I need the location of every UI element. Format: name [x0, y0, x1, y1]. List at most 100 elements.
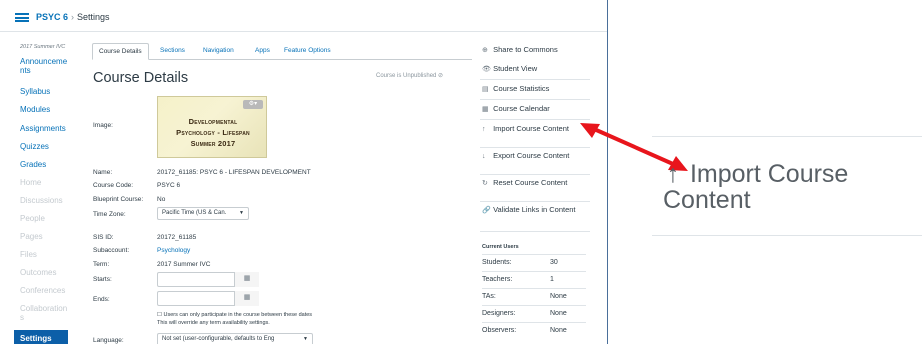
sis-id-label: SIS ID: [93, 234, 114, 241]
tab-apps[interactable]: Apps [249, 43, 276, 60]
calendar-icon[interactable]: ▦ [234, 272, 259, 287]
restrict-dates-note: This will override any term availability… [157, 320, 270, 326]
tab-course-details[interactable]: Course Details [92, 43, 149, 60]
breadcrumb-separator: › [71, 12, 75, 22]
name-label: Name: [93, 169, 113, 176]
export-course-content-button[interactable]: ↓ Export Course Content [482, 152, 592, 161]
student-view-icon: 👁 [482, 66, 491, 73]
course-calendar-label: Course Calendar [493, 104, 550, 113]
users-row-observers: Observers: None [482, 322, 586, 339]
users-row-designers: Designers: None [482, 305, 586, 322]
subaccount-link[interactable]: Psychology [157, 247, 190, 254]
course-navigation: 2017 Summer IVC Announceme nts Syllabus M… [0, 40, 82, 344]
nav-item-conferences[interactable]: Conferences [20, 286, 80, 295]
banner-line-3: Summer 2017 [190, 139, 236, 148]
share-to-commons-label: Share to Commons [493, 45, 558, 54]
language-select[interactable]: Not set (user-configurable, defaults to … [157, 333, 313, 344]
users-row-students: Students: 30 [482, 254, 586, 271]
nav-item-announcements[interactable]: Announceme nts [20, 57, 80, 75]
validate-links-button[interactable]: 🔗 Validate Links in Content [482, 206, 592, 215]
student-view-button[interactable]: 👁 Student View [482, 65, 592, 74]
restrict-dates-option[interactable]: ☐ Users can only participate in the cour… [157, 311, 312, 319]
chevron-down-icon: ▼ [303, 336, 308, 342]
calendar-icon[interactable]: ▦ [234, 291, 259, 306]
course-image[interactable]: ⚙▾ Developmental Psychology - Lifespan S… [157, 96, 267, 158]
starts-label: Starts: [93, 276, 112, 283]
users-count: None [550, 293, 567, 300]
zoomed-import-callout: ↑ Import Course Content [652, 136, 922, 236]
users-count: None [550, 310, 567, 317]
chevron-down-icon: ▼ [239, 210, 244, 216]
reset-course-content-button[interactable]: ↻ Reset Course Content [482, 179, 592, 188]
time-zone-label: Time Zone: [93, 211, 126, 218]
term-label: Term: [93, 261, 110, 268]
term-value: 2017 Summer IVC [157, 261, 211, 268]
zoomed-import-line-2: Content [663, 186, 751, 214]
nav-item-home[interactable]: Home [20, 178, 80, 187]
validate-links-label: Validate Links in Content [493, 205, 576, 214]
language-value: Not set (user-configurable, defaults to … [162, 336, 275, 342]
share-to-commons-button[interactable]: ⊕ Share to Commons [482, 46, 592, 55]
tab-navigation[interactable]: Navigation [197, 43, 240, 60]
nav-item-grades[interactable]: Grades [20, 160, 80, 169]
users-count: 30 [550, 259, 558, 266]
sidebar-divider [480, 99, 590, 100]
nav-item-assignments[interactable]: Assignments [20, 124, 80, 133]
users-count: None [550, 327, 567, 334]
users-row-tas: TAs: None [482, 288, 586, 305]
nav-item-pages[interactable]: Pages [20, 232, 80, 241]
breadcrumb-course-link[interactable]: PSYC 6 [36, 12, 68, 22]
import-course-content-button[interactable]: ↑ Import Course Content [482, 125, 592, 134]
course-calendar-button[interactable]: ▦ Course Calendar [482, 105, 592, 114]
statistics-icon: ▤ [482, 86, 489, 93]
nav-item-quizzes[interactable]: Quizzes [20, 142, 80, 151]
import-course-content-label: Import Course Content [493, 124, 569, 133]
student-view-label: Student View [493, 64, 538, 73]
users-role: Designers: [482, 310, 516, 317]
reset-course-content-label: Reset Course Content [493, 178, 568, 187]
tab-feature-options[interactable]: Feature Options [278, 43, 337, 60]
time-zone-select[interactable]: Pacific Time (US & Can. ▼ [157, 207, 249, 220]
current-users-heading: Current Users [482, 244, 519, 250]
image-gear-icon[interactable]: ⚙▾ [243, 100, 263, 109]
nav-item-outcomes[interactable]: Outcomes [20, 268, 80, 277]
nav-item-people[interactable]: People [20, 214, 80, 223]
upload-arrow-icon: ↑ [482, 126, 486, 133]
sidebar-divider [480, 147, 590, 148]
subaccount-label: Subaccount: [93, 247, 130, 254]
course-code-value: PSYC 6 [157, 182, 181, 189]
zoomed-import-button[interactable]: ↑ Import Course Content [663, 161, 848, 213]
page-title: Course Details [93, 70, 189, 86]
sidebar-divider [480, 201, 590, 202]
sis-id-value: 20172_61185 [157, 234, 197, 241]
calendar-icon: ▦ [482, 106, 489, 113]
upload-arrow-icon: ↑ [666, 160, 680, 188]
banner-line-1: Developmental [188, 117, 238, 126]
nav-item-syllabus[interactable]: Syllabus [20, 87, 80, 96]
unpublished-status: Course is Unpublished ⊘ [376, 72, 443, 79]
nav-item-collaborations[interactable]: Collaboration s [20, 304, 80, 322]
export-course-content-label: Export Course Content [493, 151, 570, 160]
unpublished-icon: ⊘ [438, 73, 444, 79]
users-role: Teachers: [482, 276, 513, 283]
restrict-dates-text: Users can only participate in the course… [163, 312, 313, 318]
checkbox-icon[interactable]: ☐ [157, 312, 162, 318]
course-statistics-label: Course Statistics [493, 84, 550, 93]
top-bar: PSYC 6 › Settings [0, 0, 607, 32]
course-statistics-button[interactable]: ▤ Course Statistics [482, 85, 592, 94]
reset-icon: ↻ [482, 180, 488, 187]
sidebar-divider [480, 231, 590, 232]
breadcrumb-current-page: Settings [77, 12, 110, 22]
nav-item-settings[interactable]: Settings [14, 330, 68, 344]
users-role: Students: [482, 259, 512, 266]
nav-item-files[interactable]: Files [20, 250, 80, 259]
nav-item-modules[interactable]: Modules [20, 105, 80, 114]
canvas-settings-screenshot: PSYC 6 › Settings 2017 Summer IVC Announce… [0, 0, 608, 344]
ends-label: Ends: [93, 296, 110, 303]
hamburger-menu-icon[interactable] [15, 13, 29, 22]
users-count: 1 [550, 276, 554, 283]
image-label: Image: [93, 122, 113, 129]
sidebar-divider [480, 79, 590, 80]
tab-sections[interactable]: Sections [154, 43, 191, 60]
nav-item-discussions[interactable]: Discussions [20, 196, 80, 205]
